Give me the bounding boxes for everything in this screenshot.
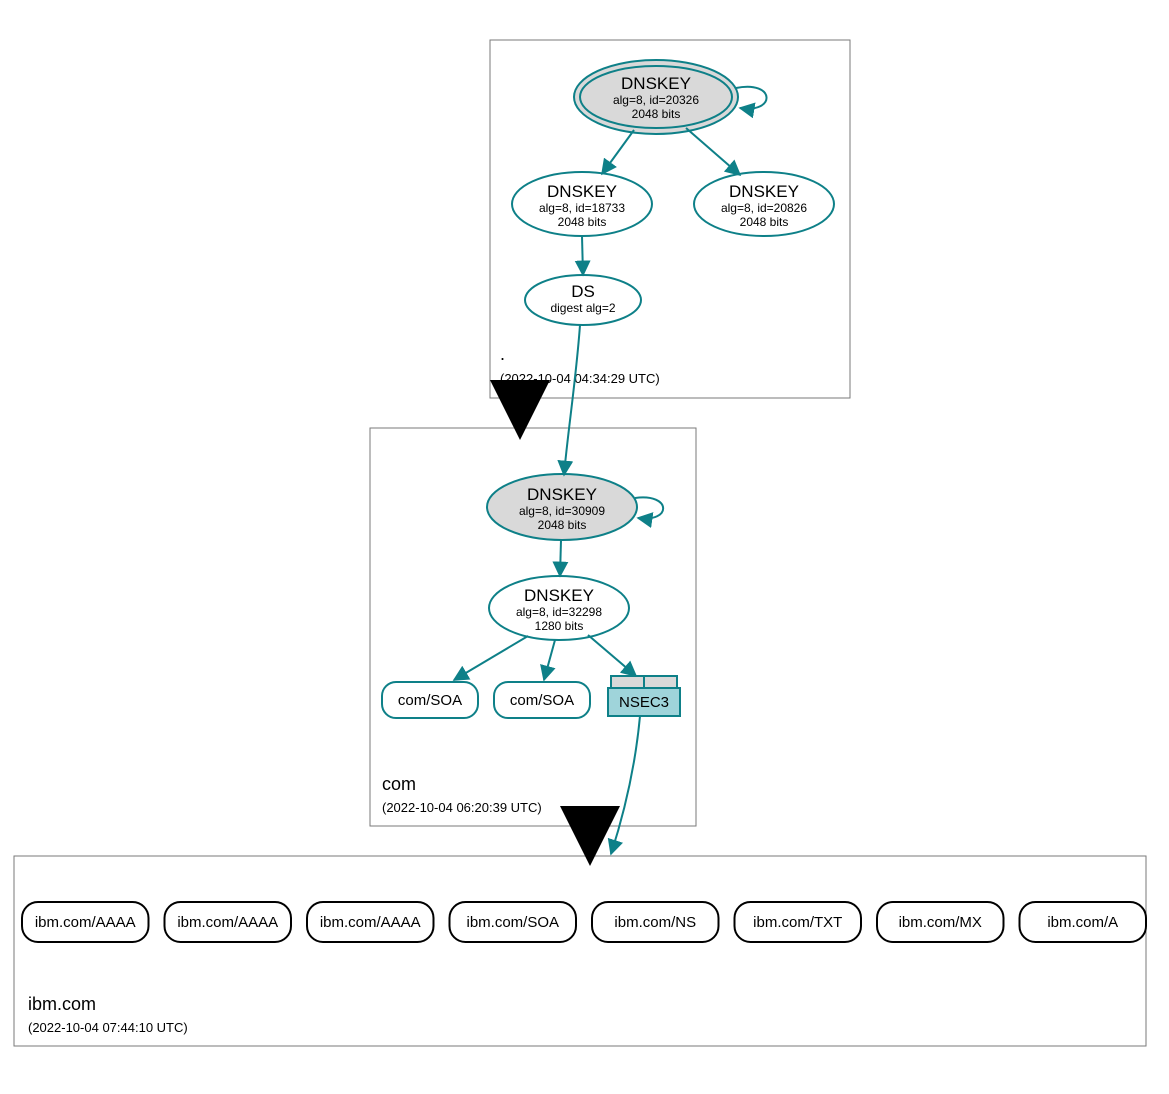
svg-text:2048 bits: 2048 bits bbox=[740, 215, 789, 229]
node-com-zsk: DNSKEY alg=8, id=32298 1280 bits bbox=[489, 576, 629, 640]
zone-root-name: . bbox=[500, 344, 505, 364]
svg-text:digest alg=2: digest alg=2 bbox=[550, 301, 615, 315]
node-com-soa1: com/SOA bbox=[382, 682, 478, 718]
zone-com: com (2022-10-04 06:20:39 UTC) DNSKEY alg… bbox=[370, 428, 696, 826]
svg-text:DS: DS bbox=[571, 282, 595, 301]
svg-text:DNSKEY: DNSKEY bbox=[621, 74, 691, 93]
dnssec-diagram: . (2022-10-04 04:34:29 UTC) DNSKEY alg=8… bbox=[0, 0, 1169, 1094]
svg-text:NSEC3: NSEC3 bbox=[619, 694, 669, 711]
leaf-record: ibm.com/MX bbox=[877, 902, 1004, 942]
edge bbox=[582, 236, 583, 275]
leaf-record-label: ibm.com/SOA bbox=[466, 914, 559, 931]
svg-text:1280 bits: 1280 bits bbox=[535, 619, 584, 633]
leaf-record-label: ibm.com/NS bbox=[614, 914, 696, 931]
svg-text:DNSKEY: DNSKEY bbox=[547, 182, 617, 201]
svg-text:DNSKEY: DNSKEY bbox=[524, 586, 594, 605]
leaf-record-label: ibm.com/AAAA bbox=[320, 914, 421, 931]
edge-root-to-com-deleg bbox=[520, 398, 522, 428]
node-root-zsk: DNSKEY alg=8, id=18733 2048 bits bbox=[512, 172, 652, 236]
svg-text:DNSKEY: DNSKEY bbox=[729, 182, 799, 201]
leaf-record: ibm.com/TXT bbox=[735, 902, 862, 942]
zone-com-time: (2022-10-04 06:20:39 UTC) bbox=[382, 800, 542, 815]
svg-text:2048 bits: 2048 bits bbox=[558, 215, 607, 229]
svg-text:DNSKEY: DNSKEY bbox=[527, 485, 597, 504]
svg-text:alg=8, id=32298: alg=8, id=32298 bbox=[516, 605, 602, 619]
zone-leaf-time: (2022-10-04 07:44:10 UTC) bbox=[28, 1020, 188, 1035]
zone-root: . (2022-10-04 04:34:29 UTC) DNSKEY alg=8… bbox=[490, 40, 850, 398]
leaf-record-label: ibm.com/TXT bbox=[753, 914, 842, 931]
zone-leaf: ibm.com (2022-10-04 07:44:10 UTC) ibm.co… bbox=[14, 856, 1146, 1046]
svg-text:com/SOA: com/SOA bbox=[398, 692, 462, 709]
node-root-k3: DNSKEY alg=8, id=20826 2048 bits bbox=[694, 172, 834, 236]
leaf-record-label: ibm.com/MX bbox=[899, 914, 982, 931]
zone-root-time: (2022-10-04 04:34:29 UTC) bbox=[500, 371, 660, 386]
zone-leaf-name: ibm.com bbox=[28, 994, 96, 1014]
svg-text:2048 bits: 2048 bits bbox=[538, 518, 587, 532]
svg-text:alg=8, id=20826: alg=8, id=20826 bbox=[721, 201, 807, 215]
svg-text:2048 bits: 2048 bits bbox=[632, 107, 681, 121]
leaf-record: ibm.com/A bbox=[1020, 902, 1147, 942]
leaf-record-label: ibm.com/A bbox=[1047, 914, 1118, 931]
edge bbox=[560, 540, 561, 576]
svg-text:alg=8, id=20326: alg=8, id=20326 bbox=[613, 93, 699, 107]
leaf-record-label: ibm.com/AAAA bbox=[177, 914, 278, 931]
leaf-record: ibm.com/AAAA bbox=[307, 902, 434, 942]
node-com-soa2: com/SOA bbox=[494, 682, 590, 718]
svg-text:com/SOA: com/SOA bbox=[510, 692, 574, 709]
leaf-record: ibm.com/NS bbox=[592, 902, 719, 942]
node-root-ksk: DNSKEY alg=8, id=20326 2048 bits bbox=[574, 60, 738, 134]
zone-com-name: com bbox=[382, 774, 416, 794]
svg-text:alg=8, id=30909: alg=8, id=30909 bbox=[519, 504, 605, 518]
node-com-ksk: DNSKEY alg=8, id=30909 2048 bits bbox=[487, 474, 637, 540]
node-com-nsec3: NSEC3 bbox=[608, 676, 680, 716]
leaf-record: ibm.com/SOA bbox=[450, 902, 577, 942]
leaf-record: ibm.com/AAAA bbox=[165, 902, 292, 942]
leaf-record: ibm.com/AAAA bbox=[22, 902, 149, 942]
node-root-ds: DS digest alg=2 bbox=[525, 275, 641, 325]
svg-text:alg=8, id=18733: alg=8, id=18733 bbox=[539, 201, 625, 215]
leaf-record-label: ibm.com/AAAA bbox=[35, 914, 136, 931]
